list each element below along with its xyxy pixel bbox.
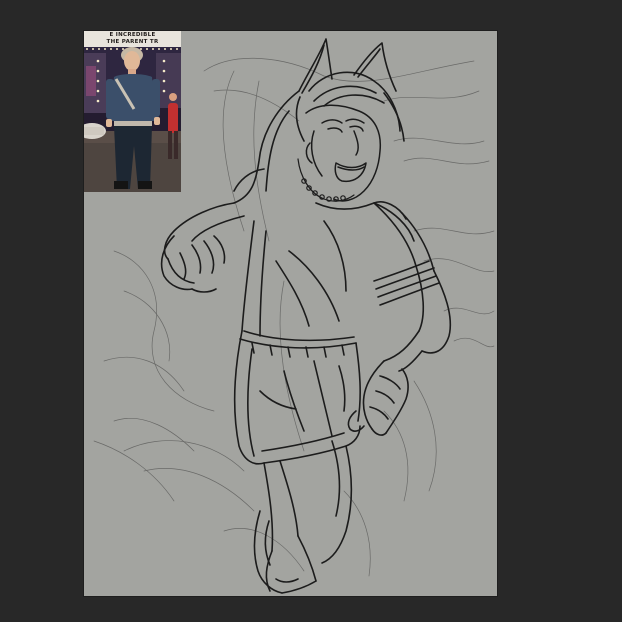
app-workspace: E INCREDIBLE THE PARENT TR	[0, 0, 622, 622]
marquee-line-1: E INCREDIBLE	[109, 32, 156, 38]
reference-photo[interactable]: E INCREDIBLE THE PARENT TR	[84, 31, 181, 192]
reference-photo-image	[84, 31, 181, 192]
marquee-line-2: THE PARENT TR	[106, 39, 159, 45]
theater-marquee: E INCREDIBLE THE PARENT TR	[84, 31, 181, 47]
drawing-canvas[interactable]: E INCREDIBLE THE PARENT TR	[84, 31, 497, 596]
